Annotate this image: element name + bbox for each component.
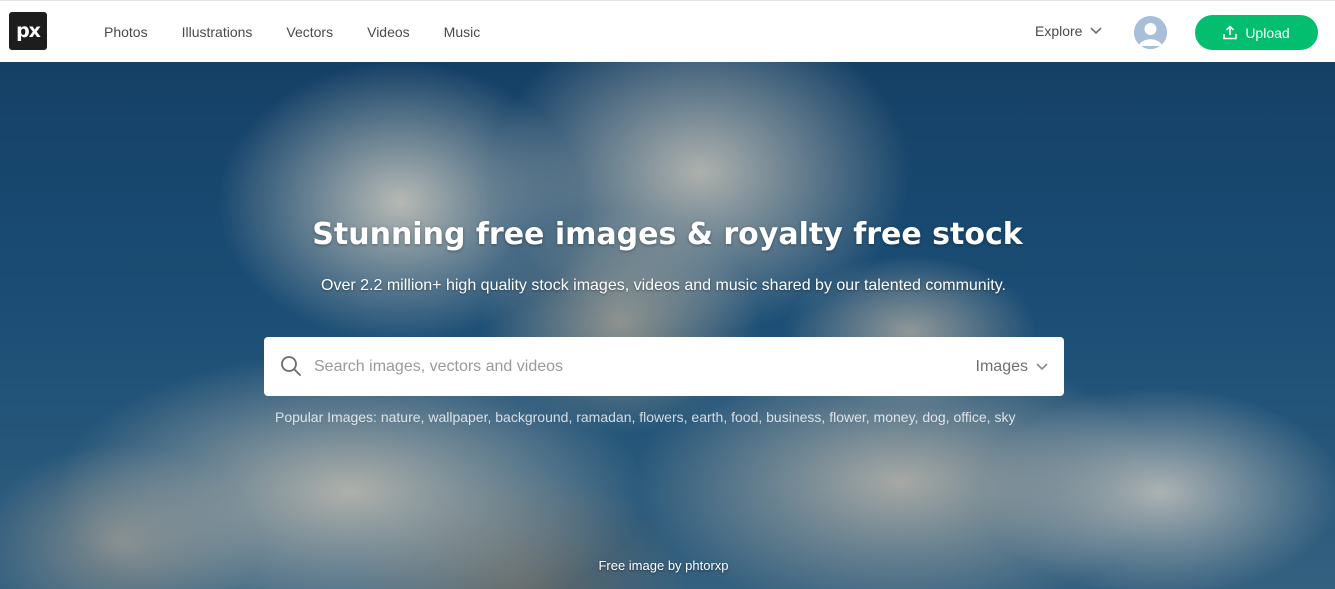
popular-tag[interactable]: nature	[381, 409, 421, 425]
popular-tag[interactable]: money	[874, 409, 915, 425]
explore-menu[interactable]: Explore	[1035, 23, 1103, 39]
explore-label: Explore	[1035, 23, 1083, 39]
popular-tag[interactable]: flower	[829, 409, 866, 425]
search-type-select[interactable]: Images	[976, 337, 1048, 396]
hero-section: Stunning free images & royalty free stoc…	[0, 62, 1335, 589]
upload-icon	[1223, 25, 1238, 40]
popular-tag[interactable]: food	[731, 409, 758, 425]
popular-tag[interactable]: ramadan	[576, 409, 631, 425]
popular-tag[interactable]: business	[766, 409, 821, 425]
nav-illustrations[interactable]: Illustrations	[182, 24, 253, 40]
image-credit[interactable]: Free image by phtorxp	[0, 558, 1327, 573]
popular-tag[interactable]: background	[495, 409, 568, 425]
upload-button[interactable]: Upload	[1195, 15, 1318, 50]
hero-title: Stunning free images & royalty free stoc…	[312, 217, 1023, 252]
user-avatar-icon[interactable]	[1134, 16, 1167, 49]
nav-music[interactable]: Music	[444, 24, 481, 40]
main-nav: Photos Illustrations Vectors Videos Musi…	[104, 1, 514, 63]
search-icon	[281, 356, 301, 376]
avatar-silhouette-icon	[1134, 16, 1167, 49]
popular-tag[interactable]: wallpaper	[428, 409, 487, 425]
search-input[interactable]	[314, 337, 954, 396]
popular-searches: Popular Images: nature, wallpaper, backg…	[275, 409, 1016, 425]
search-bar: Images	[264, 337, 1064, 396]
popular-tag[interactable]: office	[953, 409, 986, 425]
popular-tag[interactable]: sky	[994, 409, 1015, 425]
chevron-down-icon	[1036, 362, 1048, 370]
pixabay-logo[interactable]: px	[9, 12, 47, 50]
popular-tag[interactable]: earth	[691, 409, 723, 425]
popular-label: Popular Images:	[275, 409, 377, 425]
nav-vectors[interactable]: Vectors	[286, 24, 333, 40]
nav-videos[interactable]: Videos	[367, 24, 410, 40]
nav-photos[interactable]: Photos	[104, 24, 148, 40]
hero-background-image	[0, 62, 1335, 589]
upload-label: Upload	[1245, 24, 1290, 41]
search-type-label: Images	[975, 357, 1028, 375]
popular-tag[interactable]: flowers	[639, 409, 683, 425]
chevron-down-icon	[1090, 27, 1103, 35]
popular-tag[interactable]: dog	[922, 409, 945, 425]
hero-subtitle: Over 2.2 million+ high quality stock ima…	[321, 277, 1006, 294]
top-navigation-bar: px Photos Illustrations Vectors Videos M…	[0, 0, 1335, 62]
